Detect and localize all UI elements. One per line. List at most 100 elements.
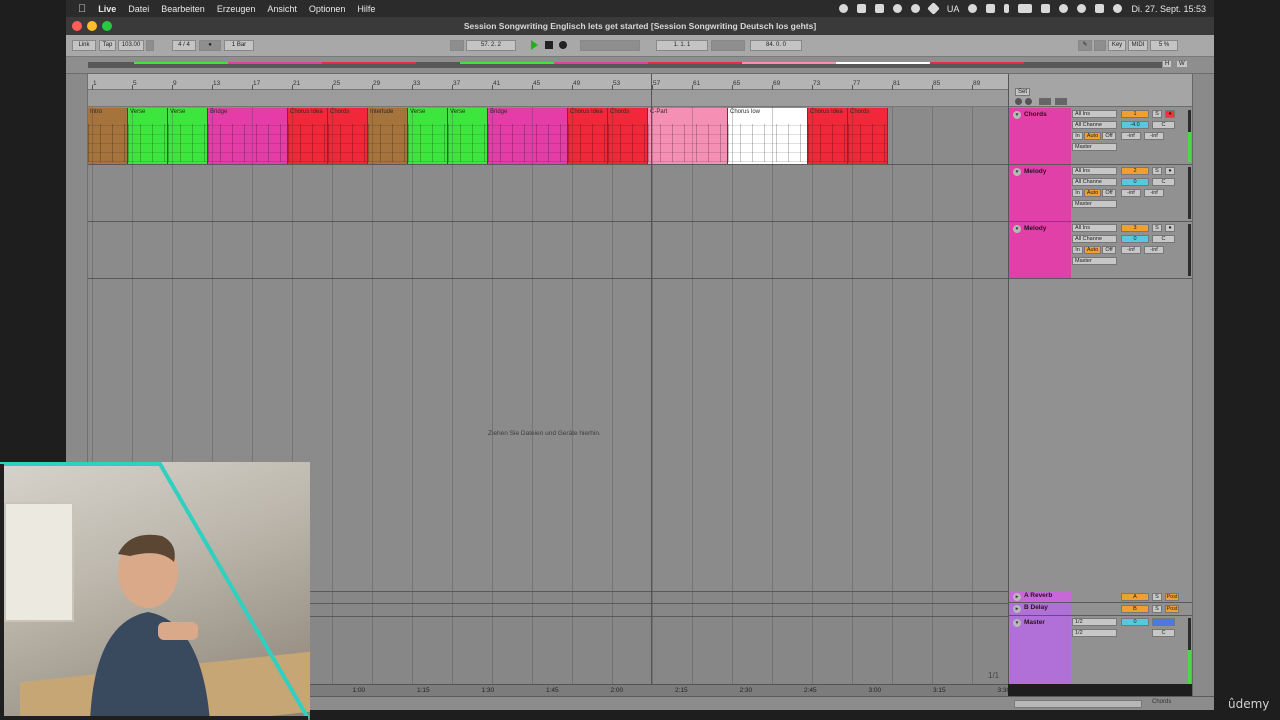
input-type-menu[interactable]: All Ins	[1072, 110, 1117, 118]
back-to-arrangement-icon[interactable]	[1015, 98, 1022, 105]
ruler-bar-number[interactable]: 49	[573, 80, 580, 87]
master-cue-volume[interactable]	[1152, 618, 1175, 626]
track-activator[interactable]: 2	[1121, 167, 1149, 175]
return-activator[interactable]: A	[1121, 593, 1149, 601]
cue-out-menu[interactable]: 1/2	[1072, 618, 1117, 626]
volume-field[interactable]: 0	[1121, 178, 1149, 186]
track-header-melody-2[interactable]: ▾ Melody All Ins All Channe In Auto Off …	[1009, 222, 1193, 279]
arm-button[interactable]: ●	[1165, 110, 1175, 118]
monitor-auto-button[interactable]: Auto	[1084, 246, 1101, 254]
ruler-bar-number[interactable]: 53	[613, 80, 620, 87]
time-signature-field[interactable]: 4 / 4	[172, 40, 196, 51]
track-header-chords[interactable]: ▾ Chords All Ins All Channe In Auto Off …	[1009, 108, 1193, 165]
master-name[interactable]: Master	[1024, 619, 1045, 626]
quantize-menu[interactable]: 1 Bar	[224, 40, 254, 51]
monitor-auto-button[interactable]: Auto	[1084, 132, 1101, 140]
track-name-area[interactable]: ▾ Melody	[1009, 165, 1071, 221]
hotswap-w-icon[interactable]: W	[1177, 61, 1187, 67]
track-lane-melody-1[interactable]	[88, 165, 1008, 221]
volume-field[interactable]: 0	[1121, 235, 1149, 243]
record-button[interactable]	[559, 41, 567, 49]
follow-button[interactable]	[450, 40, 464, 51]
fold-track-icon[interactable]: ▾	[1013, 225, 1021, 233]
ruler-bar-number[interactable]: 61	[693, 80, 700, 87]
ruler-bar-number[interactable]: 13	[213, 80, 220, 87]
pan-field[interactable]: C	[1152, 235, 1175, 243]
send-b-field[interactable]: -inf	[1144, 246, 1164, 254]
fold-track-icon[interactable]: ▸	[1013, 605, 1021, 613]
draw-mode-icon[interactable]: ✎	[1078, 40, 1092, 51]
status-overview-strip[interactable]	[1014, 700, 1142, 708]
output-menu[interactable]: Master	[1072, 200, 1117, 208]
ruler-bar-number[interactable]: 81	[893, 80, 900, 87]
send-b-field[interactable]: -inf	[1144, 189, 1164, 197]
menu-live[interactable]: Live	[98, 4, 116, 14]
arm-button[interactable]: ●	[1165, 167, 1175, 175]
monitor-in-button[interactable]: In	[1072, 189, 1083, 197]
arrangement-clip[interactable]: Verse	[168, 108, 208, 164]
input-channel-menu[interactable]: All Channe	[1072, 178, 1117, 186]
ruler-bar-number[interactable]: 5	[133, 80, 137, 87]
return-header-a[interactable]: ▸ A Reverb A S Post	[1009, 591, 1193, 603]
scrub-area[interactable]	[88, 90, 1008, 107]
menu-erzeugen[interactable]: Erzeugen	[217, 4, 256, 14]
monitor-off-button[interactable]: Off	[1102, 132, 1116, 140]
input-source-label[interactable]: UA	[947, 4, 960, 14]
arm-button[interactable]: ●	[1165, 224, 1175, 232]
monitor-in-button[interactable]: In	[1072, 132, 1083, 140]
ruler-bar-number[interactable]: 77	[853, 80, 860, 87]
beat-time-ruler[interactable]: 1 5 9 13 17 21 25 29 33 37 41 45 49 53 57 61 65 69 73 77 81 8…	[88, 74, 1008, 90]
plugin-status-icon[interactable]	[874, 4, 884, 13]
ruler-bar-number[interactable]: 1	[93, 80, 97, 87]
fold-track-icon[interactable]: ▾	[1013, 111, 1021, 119]
input-type-menu[interactable]: All Ins	[1072, 167, 1117, 175]
link-button[interactable]: Link	[72, 40, 96, 51]
fold-track-icon[interactable]: ▾	[1013, 168, 1021, 176]
ruler-bar-number[interactable]: 17	[253, 80, 260, 87]
return-header-b[interactable]: ▸ B Delay B S Post	[1009, 603, 1193, 616]
bluetooth-icon[interactable]	[1004, 4, 1010, 13]
arrangement-clip[interactable]: Bridge	[488, 108, 568, 164]
menu-ansicht[interactable]: Ansicht	[267, 4, 297, 14]
nudge-icon[interactable]	[146, 40, 154, 51]
volume-field[interactable]: -4.0	[1121, 121, 1149, 129]
solo-button[interactable]: S	[1152, 167, 1162, 175]
monitor-off-button[interactable]: Off	[1102, 189, 1116, 197]
return-activator[interactable]: B	[1121, 605, 1149, 613]
arrangement-clip[interactable]: Verse	[448, 108, 488, 164]
return-post-button[interactable]: Post	[1165, 605, 1179, 613]
ruler-bar-number[interactable]: 69	[773, 80, 780, 87]
stop-button[interactable]	[545, 41, 553, 49]
arm-session-icon[interactable]	[1025, 98, 1032, 105]
hotswap-h-icon[interactable]: H	[1163, 61, 1172, 67]
audio-icon[interactable]	[968, 4, 978, 13]
return-post-button[interactable]: Post	[1165, 593, 1179, 601]
arrangement-overview[interactable]	[66, 57, 1214, 74]
monitor-auto-button[interactable]: Auto	[1084, 189, 1101, 197]
menu-bearbeiten[interactable]: Bearbeiten	[161, 4, 205, 14]
return-name[interactable]: B Delay	[1024, 604, 1048, 611]
send-a-field[interactable]: -inf	[1121, 246, 1141, 254]
track-name[interactable]: Chords	[1024, 111, 1047, 118]
set-label[interactable]: Set	[1015, 88, 1031, 96]
return-name-area[interactable]: ▸ B Delay	[1009, 603, 1071, 615]
user-icon[interactable]	[1059, 4, 1069, 13]
siri-icon[interactable]	[1113, 4, 1123, 13]
track-name[interactable]: Melody	[1024, 225, 1046, 232]
ruler-bar-number[interactable]: 37	[453, 80, 460, 87]
send-b-field[interactable]: -inf	[1144, 132, 1164, 140]
output-menu[interactable]: Master	[1072, 143, 1117, 151]
pan-field[interactable]: C	[1152, 178, 1175, 186]
arrangement-clip[interactable]: Bridge	[208, 108, 288, 164]
wifi-icon[interactable]	[1041, 4, 1051, 13]
track-name-area[interactable]: ▾ Melody	[1009, 222, 1071, 278]
arrangement-clip[interactable]: C-Part	[648, 108, 728, 164]
ruler-bar-number[interactable]: 25	[333, 80, 340, 87]
ruler-bar-number[interactable]: 9	[173, 80, 177, 87]
track-name-area[interactable]: ▾ Chords	[1009, 108, 1071, 164]
master-pan-field[interactable]: C	[1152, 629, 1175, 637]
monitor-in-button[interactable]: In	[1072, 246, 1083, 254]
tempo-field[interactable]: 103.00	[118, 40, 144, 51]
loop-start-field[interactable]: 1. 1. 1	[656, 40, 708, 51]
track-header-melody-1[interactable]: ▾ Melody All Ins All Channe In Auto Off …	[1009, 165, 1193, 222]
